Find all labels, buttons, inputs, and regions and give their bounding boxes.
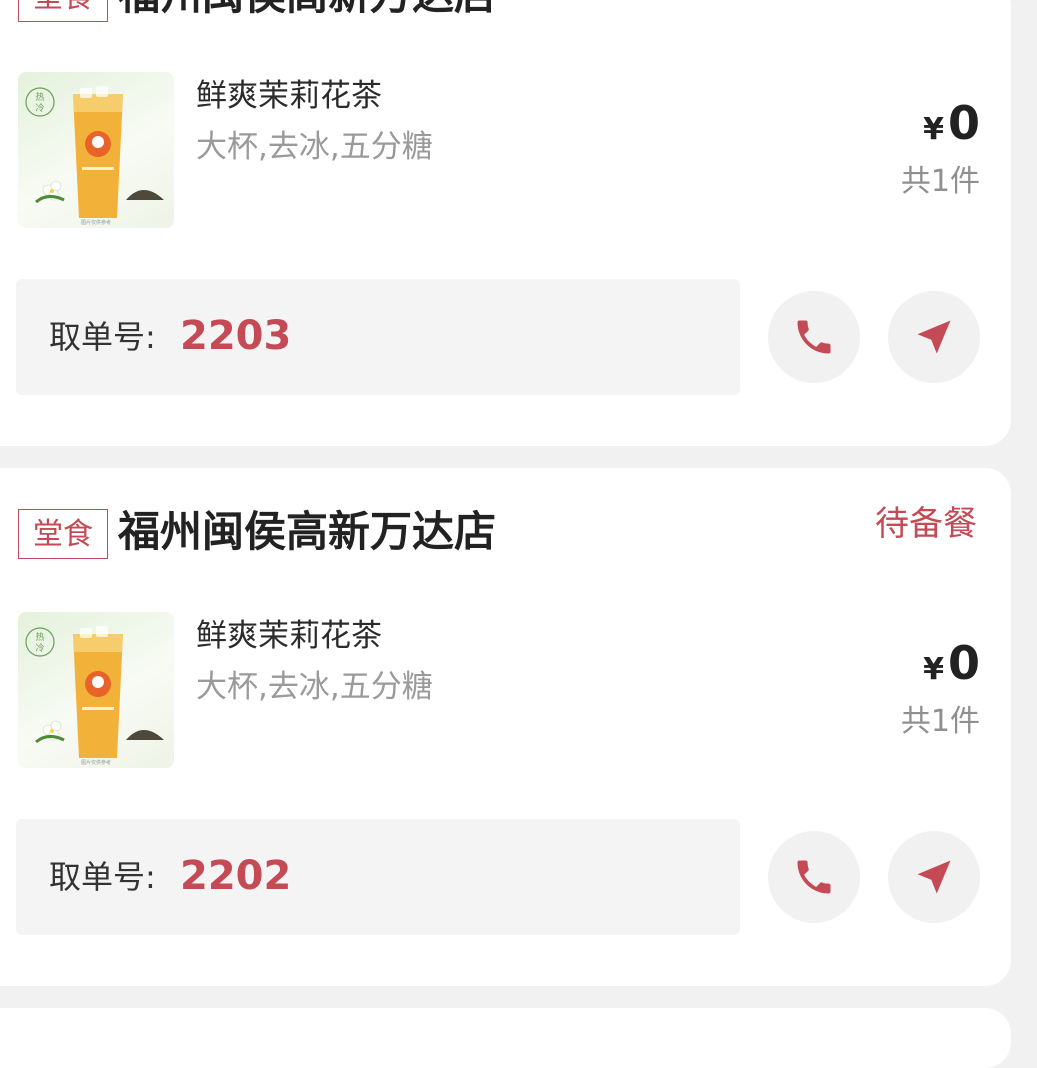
- svg-text:热: 热: [35, 631, 44, 643]
- pickup-label: 取单号:: [49, 858, 156, 896]
- svg-text:冷: 冷: [35, 102, 44, 114]
- navigate-button[interactable]: [888, 831, 980, 923]
- product-name: 鲜爽茉莉花茶: [196, 78, 382, 114]
- pickup-number-box: 取单号: 2202: [16, 819, 740, 935]
- navigate-button[interactable]: [888, 291, 980, 383]
- navigation-arrow-icon: [912, 855, 956, 899]
- currency-symbol: ¥: [923, 652, 944, 687]
- product-image: 热 冷 图片仅供参考: [18, 72, 174, 228]
- store-name[interactable]: 福州闽侯高新万达店: [118, 505, 496, 559]
- price-amount: 0: [947, 636, 980, 690]
- phone-icon: [792, 855, 836, 899]
- svg-text:图片仅供参考: 图片仅供参考: [81, 759, 111, 766]
- product-name: 鲜爽茉莉花茶: [196, 618, 382, 654]
- dine-in-tag: 堂食: [18, 509, 108, 559]
- pickup-code: 2202: [180, 853, 292, 899]
- svg-text:热: 热: [35, 91, 44, 103]
- pickup-number-box: 取单号: 2203: [16, 279, 740, 395]
- phone-icon: [792, 315, 836, 359]
- pickup-label: 取单号:: [49, 318, 156, 356]
- pickup-code: 2203: [180, 313, 292, 359]
- order-price: ¥0: [923, 636, 980, 690]
- svg-text:冷: 冷: [35, 642, 44, 654]
- price-amount: 0: [947, 96, 980, 150]
- order-card[interactable]: 堂食 福州闽侯高新万达店 热 冷 图片仅供参考 鲜爽茉莉花茶 大杯,去冰,五分糖…: [0, 0, 1011, 446]
- product-spec: 大杯,去冰,五分糖: [196, 669, 433, 705]
- call-store-button[interactable]: [768, 291, 860, 383]
- navigation-arrow-icon: [912, 315, 956, 359]
- order-price: ¥0: [923, 96, 980, 150]
- order-card[interactable]: 堂食 福州闽侯高新万达店 待备餐 热 冷 图片仅供参考 鲜爽茉莉花茶 大杯,去冰…: [0, 468, 1011, 986]
- order-card-partial[interactable]: [0, 1008, 1011, 1068]
- store-name[interactable]: 福州闽侯高新万达店: [118, 0, 496, 22]
- product-image: 热 冷 图片仅供参考: [18, 612, 174, 768]
- call-store-button[interactable]: [768, 831, 860, 923]
- svg-text:图片仅供参考: 图片仅供参考: [81, 219, 111, 226]
- currency-symbol: ¥: [923, 112, 944, 147]
- item-count: 共1件: [900, 164, 980, 199]
- product-spec: 大杯,去冰,五分糖: [196, 129, 433, 165]
- order-status: 待备餐: [875, 504, 977, 544]
- dine-in-tag: 堂食: [18, 0, 108, 22]
- item-count: 共1件: [900, 704, 980, 739]
